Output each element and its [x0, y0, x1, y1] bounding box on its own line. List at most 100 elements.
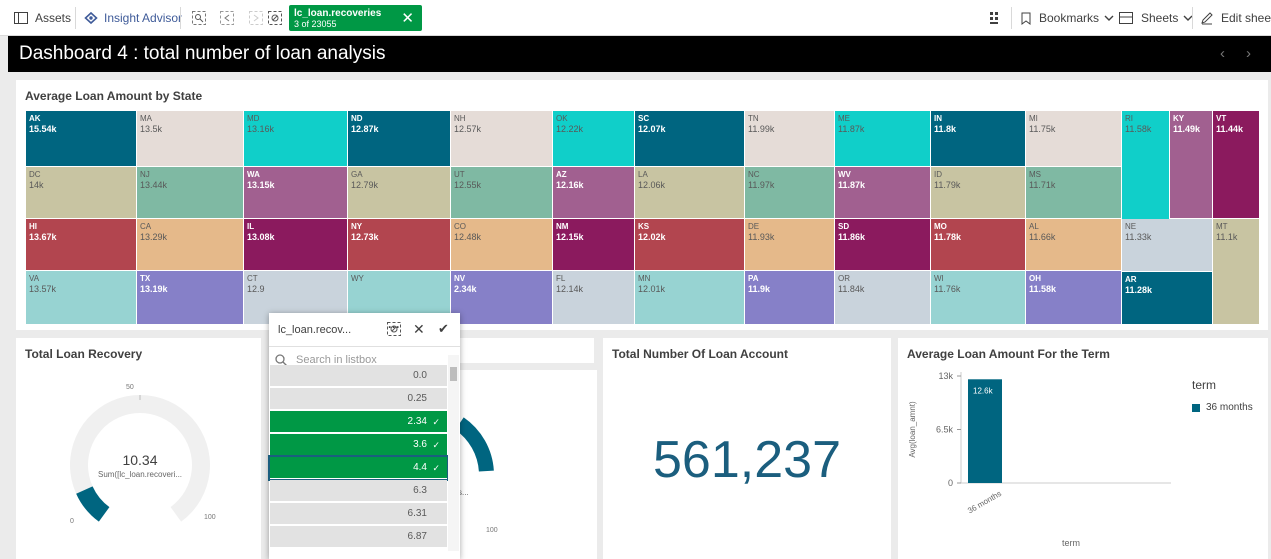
treemap-tile-dc[interactable]: DC 14k — [26, 167, 137, 219]
treemap-tile-nd[interactable]: ND 12.87k — [348, 111, 451, 167]
tile-value-label: 13.5k — [140, 124, 163, 134]
tile-value-label: 12.22k — [556, 124, 584, 134]
treemap-tile-ny[interactable]: NY 12.73k — [348, 219, 451, 271]
clear-selections-button[interactable] — [268, 0, 282, 36]
treemap-tile-nc[interactable]: NC 11.97k — [745, 167, 835, 219]
tile-state-label: PA — [748, 274, 759, 283]
treemap-tile-nh[interactable]: NH 12.57k — [451, 111, 553, 167]
treemap-panel: Average Loan Amount by State AK 15.54k MA 1… — [16, 80, 1268, 330]
tile-state-label: CT — [247, 274, 258, 283]
check-icon: ✓ — [432, 440, 440, 450]
bookmarks-label: Bookmarks — [1039, 11, 1100, 25]
confirm-selection-icon[interactable]: ✔ — [438, 321, 449, 337]
treemap-tile-de[interactable]: DE 11.93k — [745, 219, 835, 271]
treemap-tile-mo[interactable]: MO 11.78k — [931, 219, 1026, 271]
treemap-tile-la[interactable]: LA 12.06k — [635, 167, 745, 219]
treemap-tile-ne[interactable]: NE 11.33k — [1122, 219, 1213, 272]
treemap-tile-wa[interactable]: WA 13.15k — [244, 167, 348, 219]
treemap-tile-ar[interactable]: AR 11.28k — [1122, 272, 1213, 325]
tile-state-label: WV — [838, 170, 851, 179]
treemap-tile-ak[interactable]: AK 15.54k — [26, 111, 137, 167]
tile-value-label: 11.99k — [748, 124, 775, 134]
term-chart-panel: Average Loan Amount For the Term 0 6.5k 13… — [898, 338, 1268, 559]
tile-state-label: SD — [838, 222, 850, 231]
listbox-item[interactable]: 6.3 — [270, 480, 447, 502]
treemap-tile-ky[interactable]: KY 11.49k — [1170, 111, 1213, 219]
treemap-tile-tn[interactable]: TN 11.99k — [745, 111, 835, 167]
tile-value-label: 13.67k — [29, 232, 57, 242]
step-back-icon — [220, 11, 234, 25]
treemap-tile-md[interactable]: MD 13.16k — [244, 111, 348, 167]
treemap-tile-ga[interactable]: GA 12.79k — [348, 167, 451, 219]
listbox-item[interactable]: 6.31 — [270, 503, 447, 525]
sheets-button[interactable]: Sheets — [1119, 0, 1193, 36]
gauge-mid-label: 50 — [126, 384, 134, 391]
treemap-tile-co[interactable]: CO 12.48k — [451, 219, 553, 271]
legend-item[interactable]: 36 months — [1192, 402, 1253, 413]
grid-button[interactable] — [989, 0, 1001, 36]
treemap-tile-ks[interactable]: KS 12.02k — [635, 219, 745, 271]
treemap-tile-hi[interactable]: HI 13.67k — [26, 219, 137, 271]
close-icon[interactable]: ✕ — [401, 9, 414, 27]
tile-value-label: 11.58k — [1029, 284, 1057, 294]
treemap-tile-sc[interactable]: SC 12.07k — [635, 111, 745, 167]
smart-search-button[interactable] — [192, 0, 206, 36]
treemap-tile-in[interactable]: IN 11.8k — [931, 111, 1026, 167]
treemap-tile-ok[interactable]: OK 12.22k — [553, 111, 635, 167]
treemap-tile-wi[interactable]: WI 11.76k — [931, 271, 1026, 325]
treemap-tile-mn[interactable]: MN 12.01k — [635, 271, 745, 325]
tile-value-label: 12.01k — [638, 284, 666, 294]
cancel-selection-icon[interactable]: ✕ — [413, 321, 425, 338]
listbox-item[interactable]: 0.25 — [270, 388, 447, 410]
treemap-tile-mt[interactable]: MT 11.1k — [1213, 219, 1260, 325]
selection-chip-recoveries[interactable]: lc_loan.recoveries 3 of 23055 ✕ — [289, 5, 422, 31]
tile-value-label: 12.16k — [556, 180, 584, 190]
tile-state-label: NC — [748, 170, 760, 179]
treemap-tile-il[interactable]: IL 13.08k — [244, 219, 348, 271]
treemap-tile-nj[interactable]: NJ 13.44k — [137, 167, 244, 219]
step-forward-button[interactable] — [249, 0, 263, 36]
treemap-tile-nv[interactable]: NV 2.34k — [451, 271, 553, 325]
previous-sheet-icon[interactable]: ‹ — [1220, 45, 1225, 62]
sheet-title: Dashboard 4 : total number of loan analy… — [19, 43, 386, 64]
selection-tool-button[interactable] — [387, 322, 401, 336]
treemap-tile-mi[interactable]: MI 11.75k — [1026, 111, 1122, 167]
insight-advisor-button[interactable]: Insight Advisor — [84, 0, 182, 36]
tile-value-label: 11.58k — [1125, 124, 1152, 134]
treemap-tile-ca[interactable]: CA 13.29k — [137, 219, 244, 271]
treemap-tile-vt[interactable]: VT 11.44k — [1213, 111, 1260, 219]
listbox-item[interactable]: 6.87 — [270, 526, 447, 548]
treemap-tile-wv[interactable]: WV 11.87k — [835, 167, 931, 219]
treemap-tile-va[interactable]: VA 13.57k — [26, 271, 137, 325]
treemap-tile-sd[interactable]: SD 11.86k — [835, 219, 931, 271]
edit-sheet-button[interactable]: Edit sheet — [1200, 0, 1271, 36]
listbox-scrollbar[interactable] — [448, 355, 459, 551]
treemap-tile-ut[interactable]: UT 12.55k — [451, 167, 553, 219]
treemap-tile-oh[interactable]: OH 11.58k — [1026, 271, 1122, 325]
treemap-tile-az[interactable]: AZ 12.16k — [553, 167, 635, 219]
treemap-tile-pa[interactable]: PA 11.9k — [745, 271, 835, 325]
treemap-tile-ma[interactable]: MA 13.5k — [137, 111, 244, 167]
bookmarks-button[interactable]: Bookmarks — [1021, 0, 1114, 36]
treemap-tile-nm[interactable]: NM 12.15k — [553, 219, 635, 271]
treemap-tile-ms[interactable]: MS 11.71k — [1026, 167, 1122, 219]
treemap-tile-or[interactable]: OR 11.84k — [835, 271, 931, 325]
assets-button[interactable]: Assets — [14, 0, 71, 36]
scrollbar-thumb[interactable] — [450, 367, 457, 381]
listbox-item[interactable]: 0.0 — [270, 365, 447, 387]
step-back-button[interactable] — [220, 0, 234, 36]
sheet-title-bar: Dashboard 4 : total number of loan analy… — [8, 36, 1271, 72]
treemap-tile-fl[interactable]: FL 12.14k — [553, 271, 635, 325]
treemap-tile-me[interactable]: ME 11.87k — [835, 111, 931, 167]
tile-value-label: 11.97k — [748, 180, 775, 190]
tile-state-label: OK — [556, 114, 568, 123]
treemap-tile-tx[interactable]: TX 13.19k — [137, 271, 244, 325]
treemap-tile-id[interactable]: ID 11.79k — [931, 167, 1026, 219]
listbox-item[interactable]: 2.34 ✓ — [270, 411, 447, 433]
next-sheet-icon[interactable]: › — [1246, 45, 1251, 62]
treemap-tile-al[interactable]: AL 11.66k — [1026, 219, 1122, 271]
listbox-item[interactable]: 4.4 ✓ — [268, 455, 449, 481]
tile-state-label: MO — [934, 222, 947, 231]
listbox-item[interactable]: 3.6 ✓ — [270, 434, 447, 456]
tile-state-label: ID — [934, 170, 942, 179]
